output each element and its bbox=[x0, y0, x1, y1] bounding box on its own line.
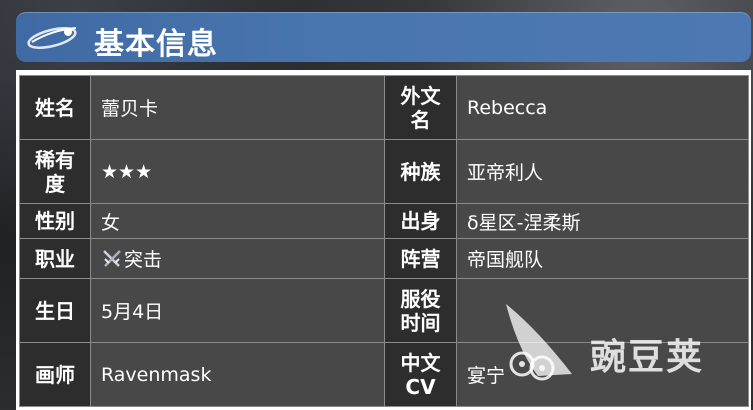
table-row: 稀有度 ★★★ 种族 亚帝利人 bbox=[19, 139, 749, 204]
value-cv: 宴宁 bbox=[456, 342, 749, 407]
key-faction: 阵营 bbox=[384, 238, 457, 279]
section-title: 基本信息 bbox=[94, 27, 218, 62]
value-foreign-name: Rebecca bbox=[456, 75, 749, 140]
key-origin: 出身 bbox=[384, 203, 457, 239]
table-row: 职业 突击 阵营 帝国舰队 bbox=[19, 238, 749, 279]
value-name: 蕾贝卡 bbox=[90, 75, 385, 140]
value-service-time bbox=[456, 278, 749, 343]
value-birthday: 5月4日 bbox=[90, 278, 385, 343]
section-header: 基本信息 bbox=[16, 12, 751, 62]
table-row: 性别 女 出身 δ星区-涅柔斯 bbox=[19, 203, 749, 239]
info-table: 姓名 蕾贝卡 外文名 Rebecca 稀有度 ★★★ 种族 亚帝利人 性别 女 … bbox=[19, 75, 749, 407]
key-class: 职业 bbox=[19, 238, 91, 279]
key-service-time: 服役时间 bbox=[384, 278, 457, 343]
key-race: 种族 bbox=[384, 139, 457, 204]
crossed-swords-icon bbox=[103, 250, 121, 267]
key-artist: 画师 bbox=[19, 342, 91, 407]
value-class: 突击 bbox=[90, 238, 385, 279]
value-artist: Ravenmask bbox=[90, 342, 385, 407]
value-origin: δ星区-涅柔斯 bbox=[456, 203, 749, 239]
value-rarity: ★★★ bbox=[90, 139, 385, 204]
table-row: 画师 Ravenmask 中文CV 宴宁 bbox=[19, 342, 749, 407]
key-rarity: 稀有度 bbox=[19, 139, 91, 204]
key-birthday: 生日 bbox=[19, 278, 91, 343]
info-table-frame: 姓名 蕾贝卡 外文名 Rebecca 稀有度 ★★★ 种族 亚帝利人 性别 女 … bbox=[16, 70, 751, 410]
class-label: 突击 bbox=[124, 249, 163, 271]
key-gender: 性别 bbox=[19, 203, 91, 239]
value-gender: 女 bbox=[90, 203, 385, 239]
value-race: 亚帝利人 bbox=[456, 139, 749, 204]
comet-icon bbox=[27, 27, 77, 49]
key-name: 姓名 bbox=[19, 75, 91, 140]
value-faction: 帝国舰队 bbox=[456, 238, 749, 279]
table-row: 生日 5月4日 服役时间 bbox=[19, 278, 749, 343]
table-row: 姓名 蕾贝卡 外文名 Rebecca bbox=[19, 75, 749, 140]
key-cv: 中文CV bbox=[384, 342, 457, 407]
key-foreign-name: 外文名 bbox=[384, 75, 457, 140]
